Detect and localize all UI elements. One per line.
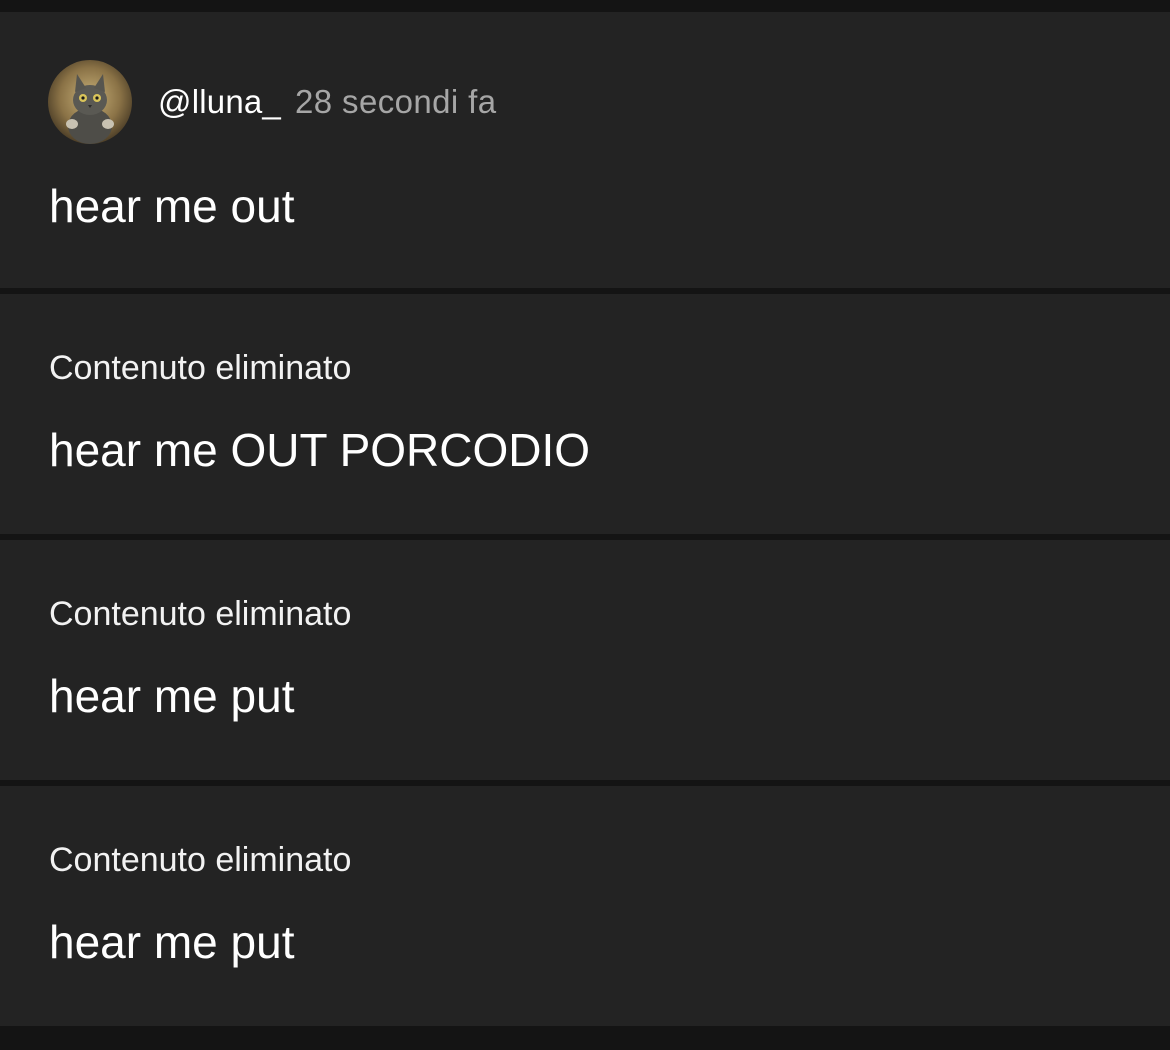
comment-card[interactable]: @lluna_ 28 secondi fa hear me out — [0, 12, 1170, 288]
comment-text: hear me put — [49, 916, 295, 968]
comment-header: @lluna_ 28 secondi fa — [48, 60, 497, 144]
username-link[interactable]: @lluna_ — [158, 83, 281, 121]
comment-text: hear me OUT PORCODIO — [49, 424, 591, 476]
comment-text: hear me out — [49, 180, 295, 232]
deleted-content-label: Contenuto eliminato — [49, 595, 352, 633]
comment-feed: @lluna_ 28 secondi fa hear me out Conten… — [0, 0, 1170, 1050]
deleted-content-label: Contenuto eliminato — [49, 841, 352, 879]
comment-card[interactable]: Contenuto eliminato hear me put — [0, 786, 1170, 1026]
comment-card[interactable]: Contenuto eliminato hear me OUT PORCODIO — [0, 294, 1170, 534]
timestamp: 28 secondi fa — [294, 83, 497, 120]
comment-text: hear me put — [49, 670, 295, 722]
avatar[interactable] — [48, 60, 132, 144]
comment-card[interactable]: Contenuto eliminato hear me put — [0, 540, 1170, 780]
deleted-content-label: Contenuto eliminato — [49, 349, 352, 387]
cat-avatar-icon — [48, 60, 132, 144]
